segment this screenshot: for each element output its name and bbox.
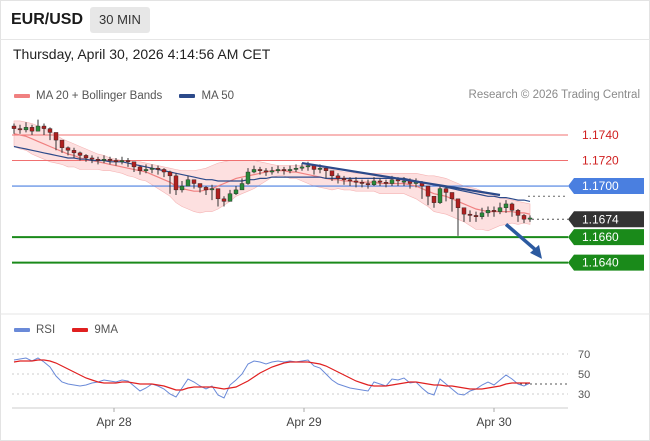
candle-body [53,132,59,141]
candle-body [275,169,281,171]
candle-body [41,125,47,129]
candle-body [197,183,203,188]
candle-body [233,189,239,194]
candle-body [149,167,155,170]
rsi-series-9MA [13,359,530,391]
candle-body [467,213,473,216]
candle-body [359,182,365,184]
candle-body [329,170,335,177]
candle-body [221,198,227,202]
candle-body [113,160,119,162]
rsi-tick-70: 70 [578,349,590,361]
candle-body [47,128,53,133]
level-label-1.1640: 1.1640 [582,256,619,270]
candle-body [461,207,467,215]
level-label-1.1700: 1.1700 [582,179,619,193]
candle-body [35,125,41,132]
candle-body [449,192,455,200]
candle-body [263,170,269,173]
candle-body [239,183,245,191]
candle-body [317,167,323,170]
candle-body [131,161,137,168]
rsi-series-RSI [13,357,531,399]
candle-body [137,166,143,171]
candle-body [479,212,485,217]
candle-body [89,157,95,160]
candle-body [173,175,179,191]
candle-body [215,188,221,200]
rsi-tick-50: 50 [578,369,590,381]
candle-body [377,180,383,183]
candle-body [155,167,161,170]
candle-body [515,210,521,216]
bollinger-band [13,120,531,232]
candle-body [389,179,395,184]
rsi-tick-30: 30 [578,389,590,401]
candle-body [161,169,167,173]
candle-body [119,160,125,162]
level-label-1.1674: 1.1674 [582,212,619,226]
candle-body [143,169,149,171]
candle-body [185,179,191,187]
candle-body [473,215,479,217]
candle-body [347,179,353,182]
candle-body [485,210,491,214]
time-tick-label: Apr 30 [476,415,512,429]
candle-body [71,150,77,154]
candle-body [281,169,287,171]
candle-body [269,170,275,173]
candle-body [125,160,131,162]
candle-body [425,185,431,197]
candle-body [11,125,17,129]
candle-body [431,196,437,203]
candle-body [353,180,359,183]
candle-body [371,180,377,185]
candle-body [29,127,35,132]
candle-body [179,185,185,191]
candle-body [455,198,461,208]
candle-body [23,127,29,131]
candle-body [227,193,233,202]
candle-body [83,155,89,159]
candle-body [245,171,251,184]
candle-body [203,187,209,191]
candle-body [257,169,263,171]
candle-body [251,169,257,173]
candle-body [209,188,215,191]
candle-body [491,210,497,212]
candle-body [527,217,533,220]
candle-body [95,159,101,161]
level-label-1.1660: 1.1660 [582,230,619,244]
candle-body [341,178,347,180]
candle-body [503,203,509,208]
candle-body [293,167,299,170]
forecast-arrow-shaft [504,223,541,255]
candle-body [167,171,173,177]
candle-body [17,128,23,131]
candle-body [437,188,443,203]
candle-body [497,207,503,212]
candle-body [323,167,329,171]
candle-body [521,215,527,220]
candle-body [365,183,371,185]
candle-body [191,179,197,184]
candle-body [101,159,107,161]
candle-body [383,182,389,184]
candle-body [305,165,311,168]
candle-body [77,152,83,156]
time-tick-label: Apr 29 [286,415,322,429]
price-and-rsi-chart: 1.1740 1.1720 1.1700 1.1674 1.1660 1.1640 70 50… [0,119,650,429]
candle-body [401,180,407,183]
candle-body [443,188,449,193]
candle-body [287,169,293,171]
candle-body [59,139,65,148]
candle-body [335,175,341,179]
candle-body [65,147,71,151]
level-label-1.1720: 1.1720 [582,154,619,168]
candle-body [107,159,113,161]
candle-body [509,203,515,211]
level-label-1.1740: 1.1740 [582,128,619,142]
candle-body [299,166,305,169]
time-tick-label: Apr 28 [96,415,132,429]
